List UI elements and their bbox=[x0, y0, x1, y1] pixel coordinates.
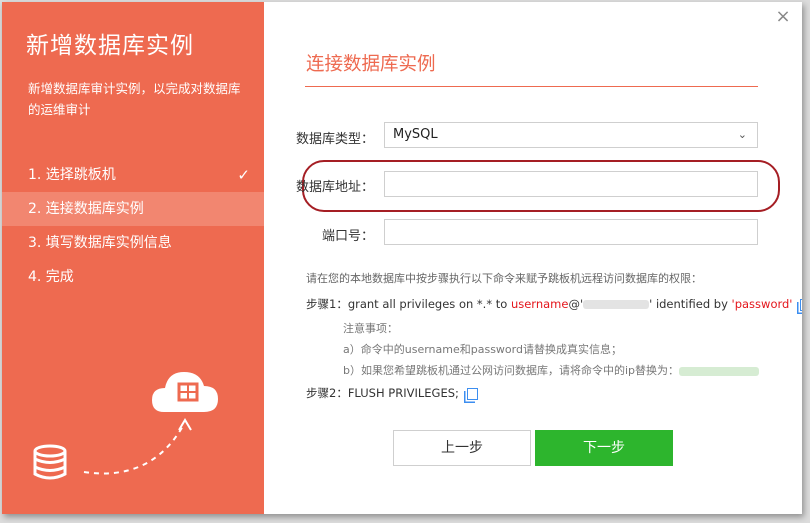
copy-icon[interactable] bbox=[800, 298, 802, 311]
wizard-step-1: 1. 选择跳板机 ✓ bbox=[2, 158, 264, 192]
db-address-label: 数据库地址： bbox=[295, 180, 374, 195]
db-type-value: MySQL bbox=[393, 127, 438, 142]
step1-at: @' bbox=[568, 297, 584, 311]
wizard-steps: 1. 选择跳板机 ✓ 2. 连接数据库实例 3. 填写数据库实例信息 4. 完成 bbox=[2, 158, 264, 294]
password-text: 'password' bbox=[731, 297, 793, 311]
sidebar: 新增数据库实例 新增数据库审计实例，以完成对数据库的运维审计 1. 选择跳板机 … bbox=[2, 2, 264, 514]
wizard-step-3: 3. 填写数据库实例信息 bbox=[2, 226, 264, 260]
next-button[interactable]: 下一步 bbox=[535, 430, 673, 466]
prev-button[interactable]: 上一步 bbox=[393, 430, 531, 466]
step1-identified: ' identified by bbox=[649, 297, 732, 311]
step2-command: 步骤2：FLUSH PRIVILEGES; bbox=[306, 385, 478, 401]
close-icon[interactable]: × bbox=[772, 6, 794, 28]
wizard-step-label: 1. 选择跳板机 bbox=[28, 167, 116, 183]
port-input[interactable] bbox=[384, 219, 758, 245]
step2-text: 步骤2：FLUSH PRIVILEGES; bbox=[306, 386, 459, 400]
main-title: 连接数据库实例 bbox=[306, 54, 436, 75]
copy-icon[interactable] bbox=[466, 387, 478, 400]
db-type-label: 数据库类型： bbox=[295, 132, 374, 147]
database-icon bbox=[33, 444, 67, 480]
cloud-icon bbox=[152, 372, 218, 412]
note-b: b）如果您希望跳板机通过公网访问数据库，请将命令中的ip替换为： bbox=[343, 362, 760, 378]
database-cloud-illustration bbox=[33, 372, 218, 480]
title-divider bbox=[305, 86, 758, 87]
wizard-step-label: 3. 填写数据库实例信息 bbox=[28, 235, 172, 251]
instructions-text: 请在您的本地数据库中按步骤执行以下命令来赋予跳板机远程访问数据库的权限： bbox=[306, 272, 702, 285]
note-b-text: b）如果您希望跳板机通过公网访问数据库，请将命令中的ip替换为： bbox=[343, 364, 680, 377]
redacted-public-ip bbox=[679, 366, 760, 376]
wizard-step-4: 4. 完成 bbox=[2, 260, 264, 294]
notes-title: 注意事项： bbox=[343, 322, 398, 335]
note-a: a）命令中的username和password请替换成真实信息； bbox=[343, 343, 622, 356]
wizard-step-2: 2. 连接数据库实例 bbox=[2, 192, 264, 226]
sidebar-description: 新增数据库审计实例，以完成对数据库的运维审计 bbox=[28, 81, 241, 117]
db-type-select[interactable]: MySQL ⌄ bbox=[384, 122, 758, 148]
step1-prefix: 步骤1：grant all privileges on *.* to bbox=[306, 297, 511, 311]
dialog: 新增数据库实例 新增数据库审计实例，以完成对数据库的运维审计 1. 选择跳板机 … bbox=[2, 2, 802, 514]
port-label: 端口号： bbox=[321, 229, 374, 244]
sidebar-title: 新增数据库实例 bbox=[26, 33, 194, 59]
wizard-step-label: 2. 连接数据库实例 bbox=[28, 201, 144, 217]
db-address-input[interactable] bbox=[384, 171, 758, 197]
chevron-down-icon: ⌄ bbox=[737, 128, 747, 141]
redacted-ip bbox=[583, 300, 650, 309]
check-icon: ✓ bbox=[237, 166, 250, 184]
wizard-step-label: 4. 完成 bbox=[28, 269, 74, 285]
step1-command: 步骤1：grant all privileges on *.* to usern… bbox=[306, 296, 802, 312]
username-text: username bbox=[510, 297, 569, 311]
